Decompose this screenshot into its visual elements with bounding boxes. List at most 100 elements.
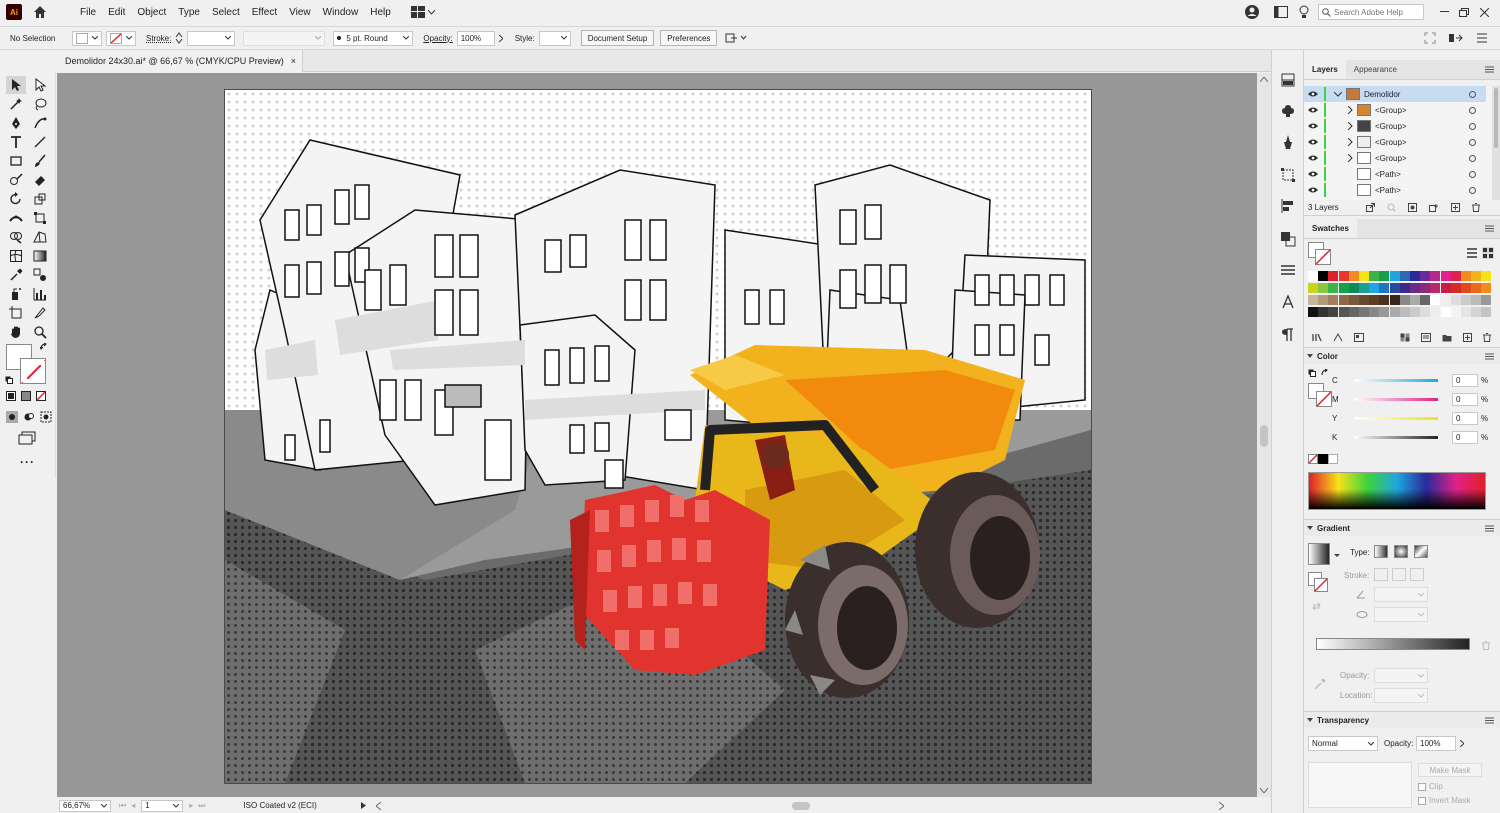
swatch[interactable] bbox=[1410, 283, 1420, 293]
swatch[interactable] bbox=[1430, 271, 1441, 281]
close-window-button[interactable] bbox=[1474, 4, 1494, 20]
channel-track[interactable] bbox=[1354, 378, 1438, 382]
swatch[interactable] bbox=[1389, 307, 1400, 317]
stroke-along-button[interactable] bbox=[1392, 568, 1406, 581]
selection-tool[interactable] bbox=[6, 76, 26, 94]
transparency-panel-header[interactable]: Transparency bbox=[1304, 711, 1500, 728]
swatch[interactable] bbox=[1481, 307, 1492, 317]
swatch[interactable] bbox=[1420, 307, 1431, 317]
rectangle-tool[interactable] bbox=[6, 152, 26, 170]
artboard-nav-prev[interactable]: ⏮ ◂ bbox=[119, 801, 135, 811]
draw-behind-icon[interactable] bbox=[23, 411, 35, 423]
channel-value[interactable]: 0 bbox=[1452, 392, 1478, 406]
lasso-tool[interactable] bbox=[30, 95, 50, 113]
swatch[interactable] bbox=[1481, 295, 1492, 305]
swatch[interactable] bbox=[1399, 283, 1410, 293]
swatch[interactable] bbox=[1461, 307, 1471, 317]
preferences-button[interactable]: Preferences bbox=[660, 30, 718, 46]
first-artboard-icon[interactable]: ⏮ bbox=[119, 801, 126, 811]
gradient-mode-icon[interactable] bbox=[21, 391, 31, 401]
swatch[interactable] bbox=[1471, 271, 1482, 281]
gradient-tool[interactable] bbox=[30, 247, 50, 265]
artboard-tool[interactable] bbox=[6, 304, 26, 322]
aspect-ratio-input[interactable] bbox=[1374, 607, 1428, 622]
swatch[interactable] bbox=[1471, 295, 1482, 305]
menu-window[interactable]: Window bbox=[317, 7, 365, 18]
rotate-tool[interactable] bbox=[6, 190, 26, 208]
delete-stop-icon[interactable] bbox=[1482, 641, 1490, 650]
swatch[interactable] bbox=[1379, 271, 1390, 281]
swatch[interactable] bbox=[1328, 307, 1339, 317]
swatch[interactable] bbox=[1318, 271, 1329, 281]
horizontal-scrollbar[interactable] bbox=[374, 800, 1228, 812]
menu-help[interactable]: Help bbox=[364, 7, 397, 18]
vertical-scrollbar[interactable] bbox=[1257, 73, 1271, 797]
swatch-menu-icon[interactable] bbox=[1421, 332, 1431, 342]
swatch[interactable] bbox=[1440, 271, 1451, 281]
new-layer-icon[interactable] bbox=[1451, 203, 1460, 212]
menu-effect[interactable]: Effect bbox=[246, 7, 283, 18]
menu-select[interactable]: Select bbox=[206, 7, 246, 18]
swatch[interactable] bbox=[1379, 283, 1390, 293]
new-color-group-icon[interactable] bbox=[1442, 333, 1452, 342]
color-group-icon[interactable] bbox=[1400, 333, 1410, 342]
mesh-tool[interactable] bbox=[6, 247, 26, 265]
swatch[interactable] bbox=[1461, 271, 1471, 281]
restore-button[interactable] bbox=[1454, 4, 1474, 20]
scroll-right-icon[interactable] bbox=[1219, 801, 1225, 810]
stroke-swatch[interactable] bbox=[20, 358, 46, 384]
column-graph-tool[interactable] bbox=[30, 285, 50, 303]
target-circle-icon[interactable] bbox=[1469, 90, 1476, 98]
swatch[interactable] bbox=[1338, 271, 1349, 281]
expand-chevron-icon[interactable] bbox=[1334, 91, 1342, 97]
gradient-opacity-input[interactable] bbox=[1374, 668, 1428, 683]
expand-chevron-icon[interactable] bbox=[1348, 154, 1353, 162]
grid-view-icon[interactable] bbox=[1482, 247, 1494, 259]
swatch[interactable] bbox=[1369, 271, 1380, 281]
channel-value[interactable]: 0 bbox=[1452, 430, 1478, 444]
swatch[interactable] bbox=[1450, 271, 1461, 281]
white-swatch[interactable] bbox=[1328, 454, 1338, 464]
target-circle-icon[interactable] bbox=[1469, 170, 1476, 178]
artboard-nav-next[interactable]: ▸ ⏭ bbox=[189, 801, 205, 811]
line-tool[interactable] bbox=[30, 133, 50, 151]
stroke-weight-input[interactable] bbox=[187, 30, 236, 46]
color-panel-header[interactable]: Color bbox=[1304, 347, 1500, 364]
swatch[interactable] bbox=[1440, 307, 1451, 317]
free-transform-tool[interactable] bbox=[30, 209, 50, 227]
stroke-swatch-dropdown[interactable] bbox=[106, 30, 136, 46]
workspace-switcher[interactable] bbox=[410, 6, 435, 18]
eraser-tool[interactable] bbox=[30, 171, 50, 189]
default-fill-stroke-icon[interactable] bbox=[5, 376, 13, 384]
gradient-thumbnail[interactable] bbox=[1308, 543, 1330, 565]
expand-chevron-icon[interactable] bbox=[1348, 122, 1353, 130]
eyedropper-tool[interactable] bbox=[6, 266, 26, 284]
next-artboard-icon[interactable]: ▸ bbox=[189, 801, 193, 811]
tab-swatches[interactable]: Swatches bbox=[1304, 219, 1357, 238]
layer-row-group[interactable]: <Group> bbox=[1304, 150, 1486, 166]
swatch[interactable] bbox=[1348, 307, 1359, 317]
hand-tool[interactable] bbox=[6, 323, 26, 341]
character-panel-icon[interactable] bbox=[1280, 294, 1296, 310]
properties-panel-icon[interactable] bbox=[1280, 72, 1296, 88]
blend-mode-dropdown[interactable]: Normal bbox=[1308, 736, 1378, 751]
curvature-tool[interactable] bbox=[30, 114, 50, 132]
swatch[interactable] bbox=[1461, 295, 1471, 305]
document-setup-button[interactable]: Document Setup bbox=[580, 30, 655, 46]
tab-layers[interactable]: Layers bbox=[1304, 60, 1346, 79]
swatch[interactable] bbox=[1481, 283, 1492, 293]
draw-inside-icon[interactable] bbox=[40, 411, 52, 423]
color-fill-stroke[interactable] bbox=[1308, 369, 1334, 411]
gradient-eyedropper-icon[interactable] bbox=[1314, 678, 1326, 690]
visibility-eye-icon[interactable] bbox=[1308, 107, 1318, 113]
angle-input[interactable] bbox=[1374, 587, 1428, 602]
symbol-sprayer-tool[interactable] bbox=[6, 285, 26, 303]
swatch[interactable] bbox=[1359, 271, 1369, 281]
none-color-icon[interactable] bbox=[1308, 454, 1318, 464]
clip-checkbox[interactable]: Clip bbox=[1418, 782, 1443, 791]
target-circle-icon[interactable] bbox=[1469, 106, 1476, 114]
swatch[interactable] bbox=[1420, 283, 1431, 293]
clip-check[interactable] bbox=[1418, 782, 1426, 791]
swatch[interactable] bbox=[1308, 295, 1318, 305]
shape-builder-tool[interactable] bbox=[6, 228, 26, 246]
